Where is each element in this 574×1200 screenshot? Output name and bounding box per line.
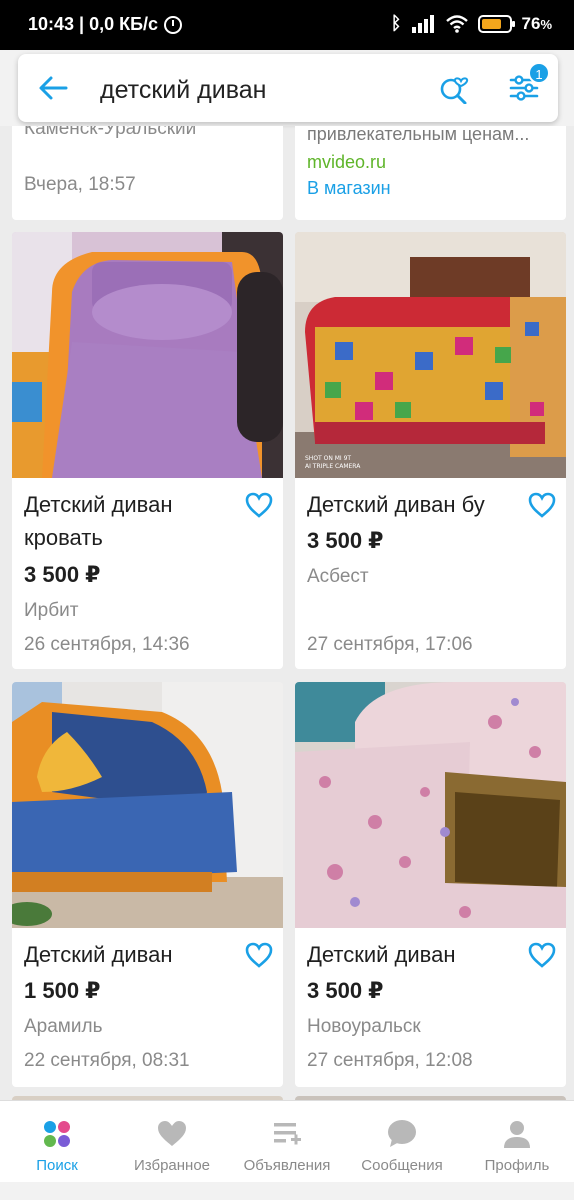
ad-cta-link[interactable]: В магазин bbox=[307, 178, 391, 199]
heart-outline-icon[interactable] bbox=[528, 492, 556, 518]
status-bar: 10:43 | 0,0 КБ/с ᛒ 76% bbox=[0, 0, 574, 50]
battery-icon bbox=[477, 14, 515, 33]
bottom-navigation: Поиск Избранное Объявления Сообщения Про… bbox=[0, 1100, 574, 1182]
listing-card[interactable]: Детский диван 3 500 ₽ Новоуральск 27 сен… bbox=[295, 682, 566, 1087]
wifi-icon bbox=[445, 14, 468, 33]
listing-city: Асбест bbox=[307, 566, 369, 587]
heart-outline-icon[interactable] bbox=[528, 942, 556, 968]
heart-outline-icon[interactable] bbox=[245, 492, 273, 518]
arrow-left-icon[interactable] bbox=[38, 74, 68, 102]
filter-count-badge: 1 bbox=[528, 62, 550, 84]
app-header: детский диван 1 bbox=[0, 50, 574, 126]
search-heart-icon[interactable] bbox=[438, 72, 470, 104]
listing-city: Ирбит bbox=[24, 600, 79, 621]
nav-label: Поиск bbox=[36, 1157, 78, 1174]
signal-icon bbox=[411, 14, 436, 33]
nav-messages[interactable]: Сообщения bbox=[345, 1101, 459, 1183]
listing-grid: Каменск-Уральский Вчера, 18:57 привлекат… bbox=[0, 126, 574, 1100]
listing-price: 3 500 ₽ bbox=[307, 978, 384, 1003]
ad-card-partial[interactable]: привлекательным ценам... mvideo.ru В маг… bbox=[295, 126, 566, 220]
search-dots-icon bbox=[44, 1121, 70, 1147]
heart-icon bbox=[158, 1121, 186, 1146]
listing-city: Новоуральск bbox=[307, 1016, 421, 1037]
listing-photo[interactable] bbox=[295, 682, 566, 928]
search-bar[interactable]: детский диван 1 bbox=[18, 54, 558, 122]
listing-city: Каменск-Уральский bbox=[24, 126, 197, 139]
listing-date: 26 сентября, 14:36 bbox=[24, 634, 190, 655]
nav-label: Избранное bbox=[133, 1157, 211, 1174]
listing-title[interactable]: Детский диван bbox=[24, 938, 244, 971]
profile-icon bbox=[504, 1121, 530, 1148]
listing-date: Вчера, 18:57 bbox=[24, 174, 136, 195]
nav-favorites[interactable]: Избранное bbox=[115, 1101, 229, 1183]
listing-price: 3 500 ₽ bbox=[24, 562, 101, 587]
heart-outline-icon[interactable] bbox=[245, 942, 273, 968]
listing-price: 3 500 ₽ bbox=[307, 528, 384, 553]
nav-label: Профиль bbox=[484, 1157, 550, 1174]
alarm-icon bbox=[164, 15, 183, 34]
listing-card[interactable]: SHOT ON MI 9T AI TRIPLE CAMERA Детский ди… bbox=[295, 232, 566, 669]
listing-photo[interactable]: SHOT ON MI 9T AI TRIPLE CAMERA bbox=[295, 232, 566, 478]
listing-city: Арамиль bbox=[24, 1016, 103, 1037]
nav-label: Объявления bbox=[243, 1157, 331, 1174]
listing-title[interactable]: Детский диван бу bbox=[307, 488, 527, 521]
chat-bubble-icon bbox=[388, 1120, 416, 1147]
listing-title[interactable]: Детский диван кровать bbox=[24, 488, 244, 554]
battery-percent: 76 bbox=[521, 13, 541, 33]
nav-profile[interactable]: Профиль bbox=[460, 1101, 574, 1183]
status-time: 10:43 | 0,0 КБ/с bbox=[28, 14, 159, 34]
listing-date: 27 сентября, 17:06 bbox=[307, 634, 473, 655]
add-listing-icon bbox=[274, 1123, 301, 1145]
ad-description: привлекательным ценам... bbox=[307, 126, 530, 144]
listing-date: 22 сентября, 08:31 bbox=[24, 1050, 190, 1071]
nav-label: Сообщения bbox=[361, 1157, 443, 1174]
listing-photo[interactable] bbox=[12, 682, 283, 928]
nav-search[interactable]: Поиск bbox=[0, 1101, 114, 1183]
listing-title[interactable]: Детский диван bbox=[307, 938, 527, 971]
listing-price: 1 500 ₽ bbox=[24, 978, 101, 1003]
nav-listings[interactable]: Объявления bbox=[230, 1101, 344, 1183]
listing-card-partial[interactable]: Каменск-Уральский Вчера, 18:57 bbox=[12, 126, 283, 220]
gesture-area bbox=[0, 1182, 574, 1200]
listing-photo[interactable] bbox=[12, 232, 283, 478]
bluetooth-icon: ᛒ bbox=[390, 13, 402, 33]
listing-card[interactable]: Детский диван 1 500 ₽ Арамиль 22 сентябр… bbox=[12, 682, 283, 1087]
search-query[interactable]: детский диван bbox=[100, 76, 266, 105]
listing-date: 27 сентября, 12:08 bbox=[307, 1050, 473, 1071]
listing-card[interactable]: Детский диван кровать 3 500 ₽ Ирбит 26 с… bbox=[12, 232, 283, 669]
ad-domain[interactable]: mvideo.ru bbox=[307, 152, 386, 173]
